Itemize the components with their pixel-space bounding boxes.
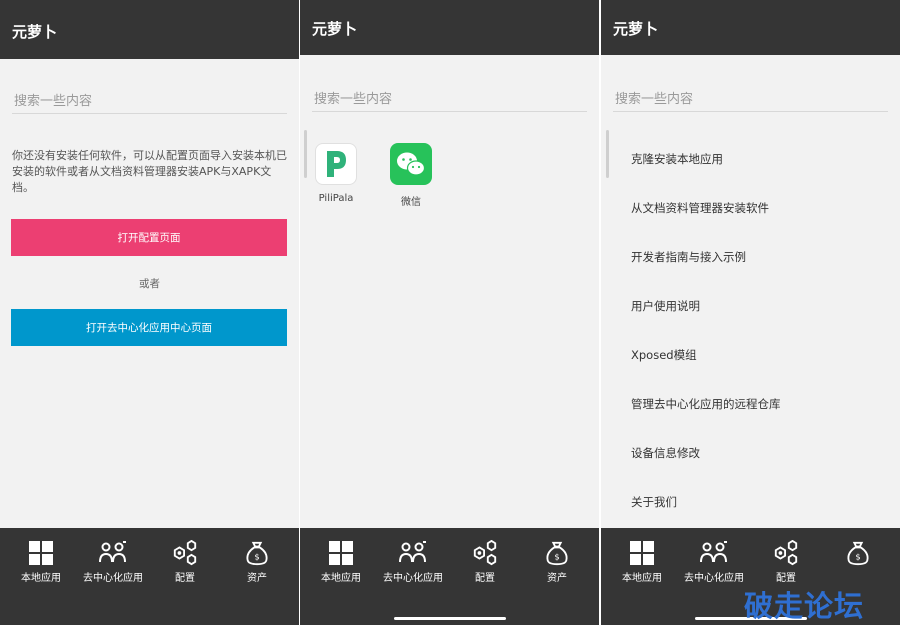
screen-apps: 元萝卜 搜索一些内容 PiliPala 微信 本地应用 去中心化应用 配置 $ [300,0,599,625]
nav-label: 配置 [776,573,796,584]
money-bag-icon: $ [847,541,869,566]
nav-config[interactable]: 配置 [149,540,221,584]
search-placeholder: 搜索一些内容 [14,94,93,109]
pilipala-icon [315,143,357,185]
top-bar: 元萝卜 [0,0,299,59]
nav-label: 配置 [475,573,495,584]
nav-label: 去中心化应用 [684,573,744,584]
svg-text:$: $ [254,552,259,562]
nav-assets[interactable]: $ 资产 [221,540,293,584]
or-label: 或者 [139,278,160,290]
users-icon [99,541,126,563]
nav-label: 资产 [247,573,267,584]
gears-icon [774,540,798,566]
menu-user-manual[interactable]: 用户使用说明 [631,298,700,314]
svg-text:$: $ [855,552,860,562]
nav-config[interactable]: 配置 [449,540,521,584]
app-name: 微信 [401,197,421,208]
app-tile-wechat[interactable]: 微信 [381,143,441,208]
home-indicator[interactable] [394,617,506,620]
wechat-icon [390,143,432,185]
search-input[interactable]: 搜索一些内容 [12,86,287,114]
nav-label: 配置 [175,573,195,584]
menu-about[interactable]: 关于我们 [631,494,677,510]
menu-remote-repo[interactable]: 管理去中心化应用的远程仓库 [631,396,781,412]
nav-local-apps[interactable]: 本地应用 [5,540,77,584]
scroll-indicator [606,130,609,178]
menu-install-from-docs[interactable]: 从文档资料管理器安装软件 [631,200,769,216]
nav-config[interactable]: 配置 [750,540,822,584]
gears-icon [473,540,497,566]
menu-clone-install[interactable]: 克隆安装本地应用 [631,151,723,167]
nav-assets[interactable]: $ [822,540,894,566]
search-input[interactable]: 搜索一些内容 [312,84,587,112]
search-placeholder: 搜索一些内容 [314,92,393,107]
open-decentral-center-button[interactable]: 打开去中心化应用中心页面 [11,309,287,346]
watermark-text: 破走论坛 [744,589,865,623]
bottom-nav: 本地应用 去中心化应用 配置 $ 资产 [300,528,599,625]
nav-decentral-apps[interactable]: 去中心化应用 [77,540,149,584]
nav-label: 本地应用 [321,573,361,584]
top-bar: 元萝卜 [300,0,599,55]
nav-decentral-apps[interactable]: 去中心化应用 [377,540,449,584]
nav-local-apps[interactable]: 本地应用 [606,540,678,584]
users-icon [700,541,727,563]
nav-label: 去中心化应用 [383,573,443,584]
app-title: 元萝卜 [12,23,58,41]
nav-label: 去中心化应用 [83,573,143,584]
search-input[interactable]: 搜索一些内容 [613,84,888,112]
users-icon [399,541,426,563]
app-name: PiliPala [318,193,354,204]
svg-text:$: $ [554,552,559,562]
app-tile-pilipala[interactable]: PiliPala [306,143,366,204]
open-config-button[interactable]: 打开配置页面 [11,219,287,256]
search-placeholder: 搜索一些内容 [615,92,694,107]
grid-icon [630,541,654,565]
gears-icon [173,540,197,566]
screen-config-menu: 元萝卜 搜索一些内容 克隆安装本地应用 从文档资料管理器安装软件 开发者指南与接… [601,0,900,625]
nav-assets[interactable]: $ 资产 [521,540,593,584]
app-title: 元萝卜 [613,20,659,38]
nav-decentral-apps[interactable]: 去中心化应用 [678,540,750,584]
app-title: 元萝卜 [312,20,358,38]
menu-device-info[interactable]: 设备信息修改 [631,445,700,461]
grid-icon [329,541,353,565]
nav-label: 本地应用 [622,573,662,584]
nav-label: 本地应用 [21,573,61,584]
nav-label: 资产 [547,573,567,584]
bottom-nav: 本地应用 去中心化应用 配置 $ 资产 [0,528,299,625]
menu-xposed[interactable]: Xposed模组 [631,347,697,363]
money-bag-icon: $ [246,541,268,566]
nav-local-apps[interactable]: 本地应用 [305,540,377,584]
menu-dev-guide[interactable]: 开发者指南与接入示例 [631,249,746,265]
screen-empty: 元萝卜 搜索一些内容 你还没有安装任何软件，可以从配置页面导入安装本机已安装的软… [0,0,299,625]
grid-icon [29,541,53,565]
empty-hint: 你还没有安装任何软件，可以从配置页面导入安装本机已安装的软件或者从文档资料管理器… [12,149,287,194]
top-bar: 元萝卜 [601,0,900,55]
money-bag-icon: $ [546,541,568,566]
